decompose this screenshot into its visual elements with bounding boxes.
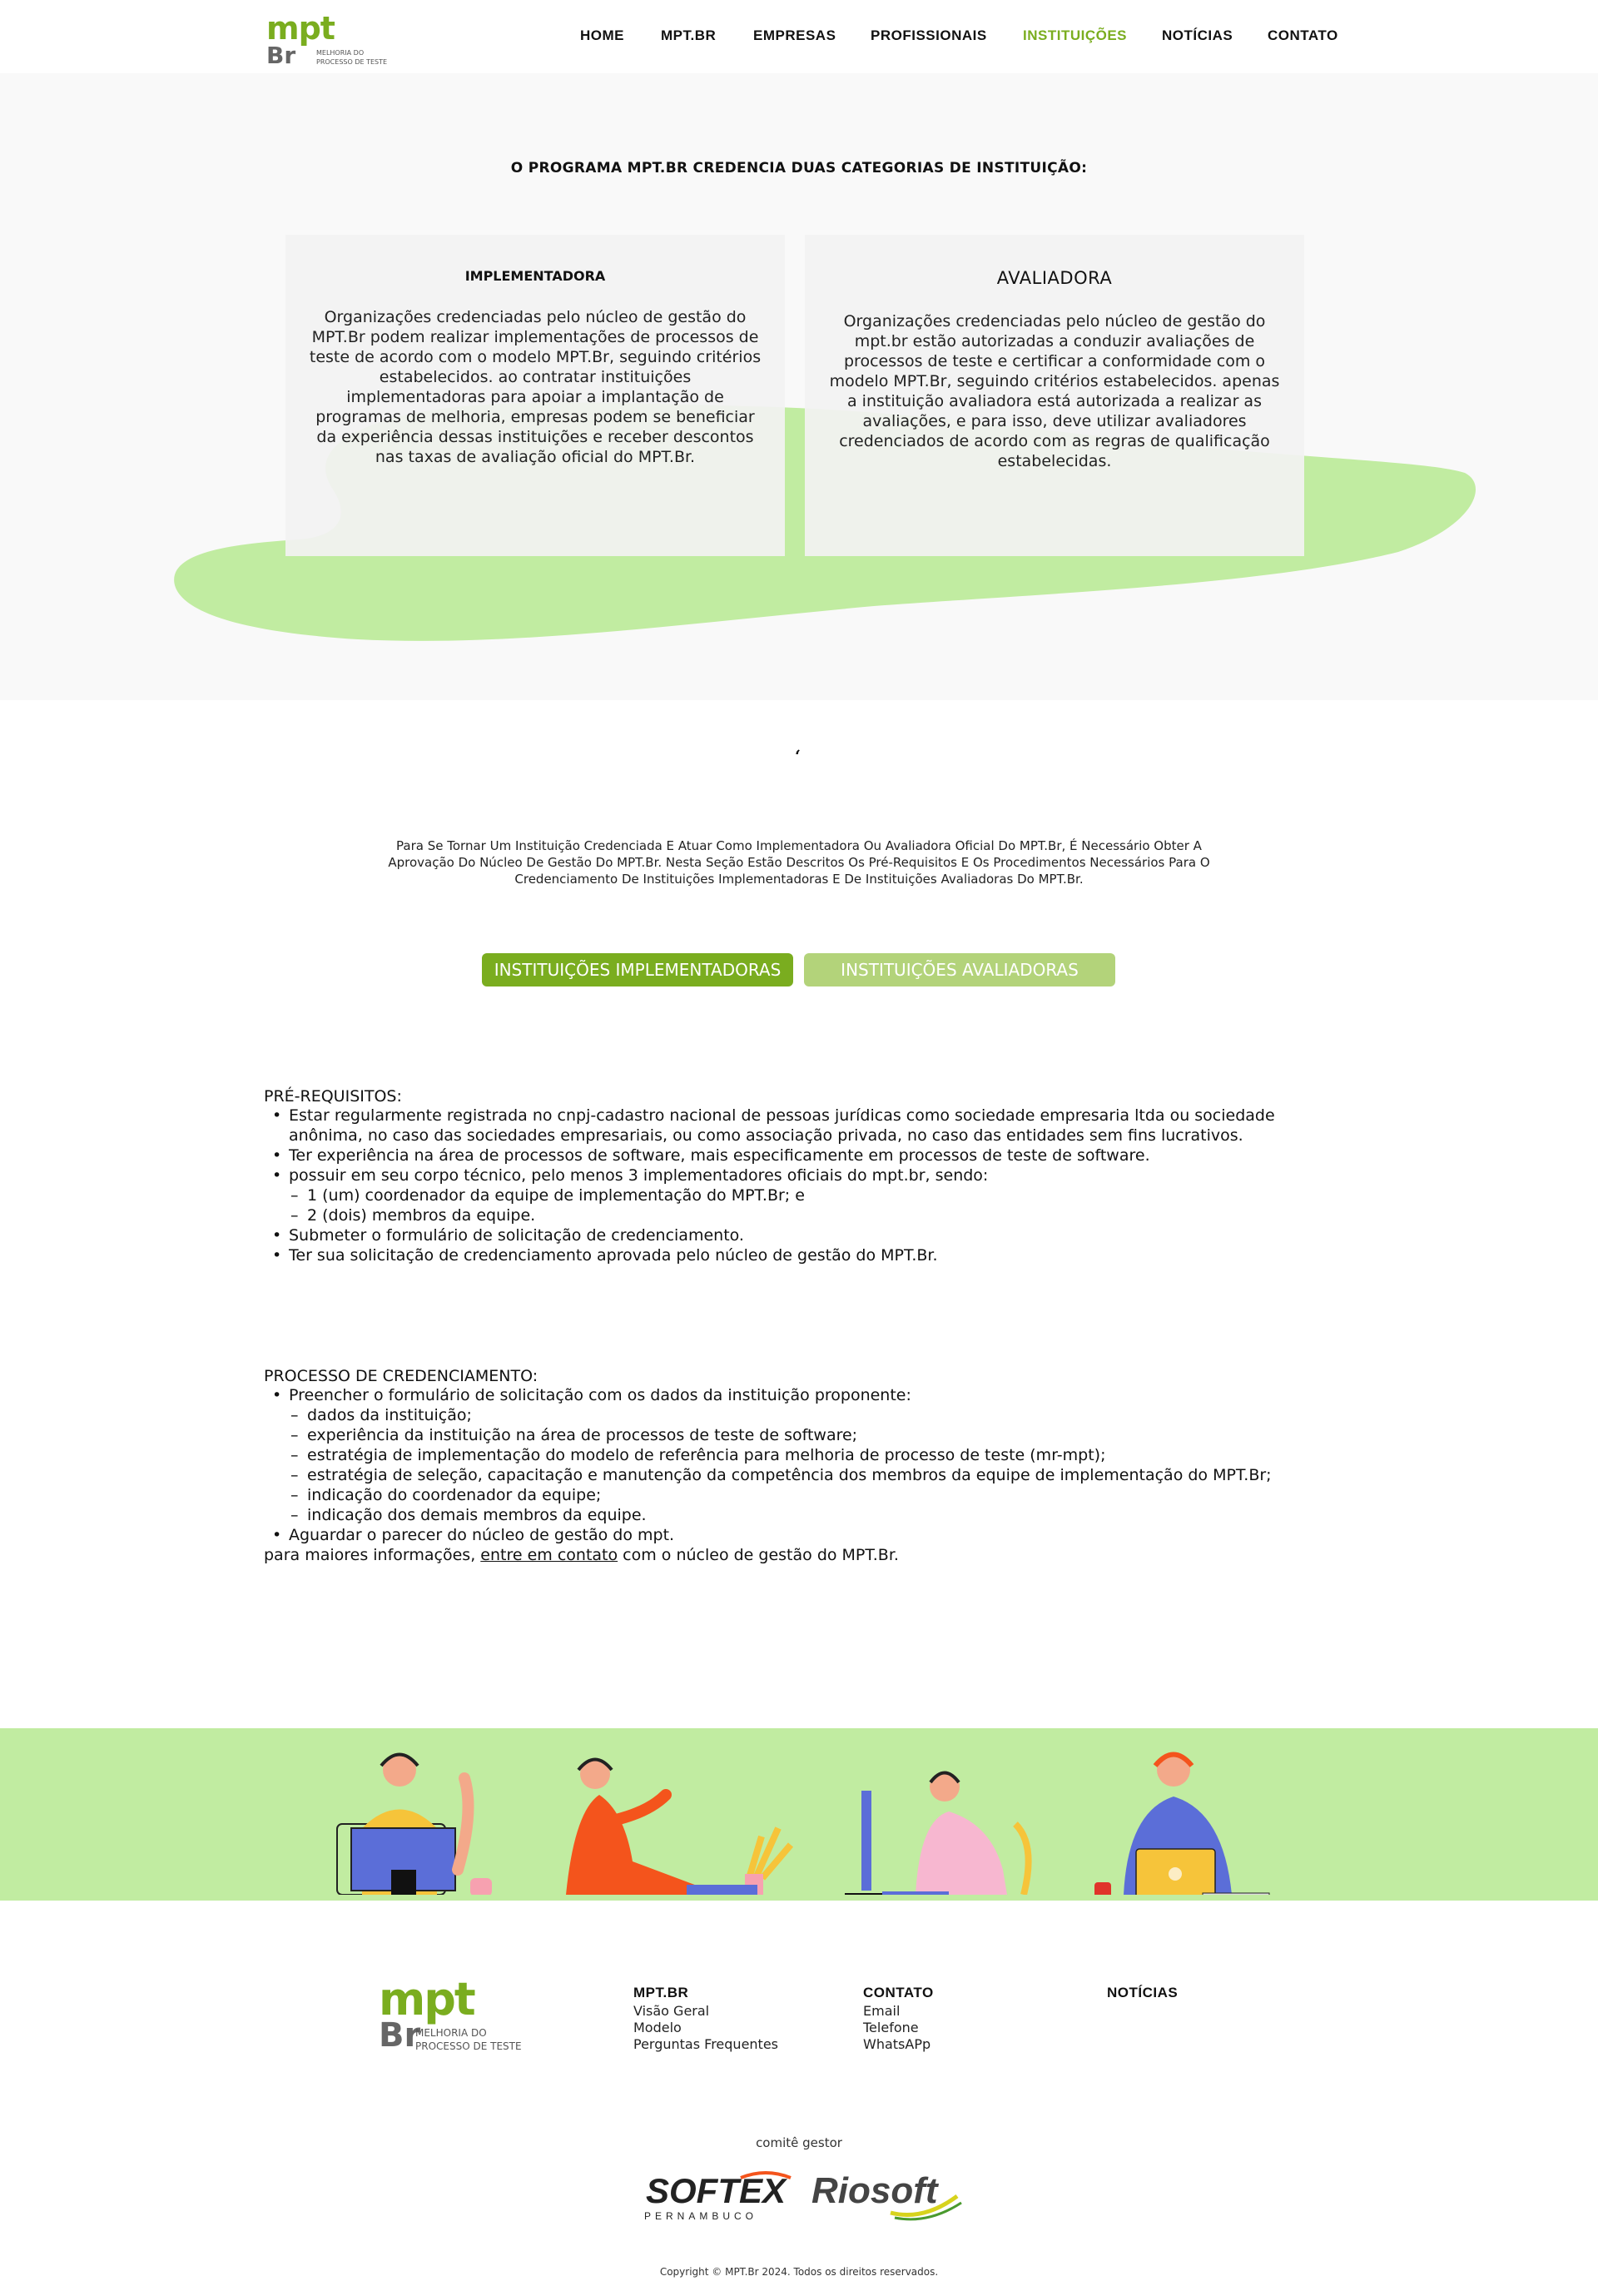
list-item: Submeter o formulário de solicitação de … <box>264 1225 1346 1245</box>
quote-mark: ‘ <box>795 746 801 766</box>
footer-link-modelo[interactable]: Modelo <box>633 2020 778 2036</box>
intro-section: O PROGRAMA MPT.BR CREDENCIA DUAS CATEGOR… <box>0 73 1598 700</box>
list-item: Aguardar o parecer do núcleo de gestão d… <box>264 1525 1346 1545</box>
list-subitem: experiência da instituição na área de pr… <box>264 1425 1346 1445</box>
card-title: IMPLEMENTADORA <box>464 268 606 284</box>
main-nav: HOME MPT.BR EMPRESAS PROFISSIONAIS INSTI… <box>0 27 1598 47</box>
nav-home[interactable]: HOME <box>580 27 624 44</box>
list-item: Ter sua solicitação de credenciamento ap… <box>264 1245 1346 1265</box>
agent-illustration-4 <box>1094 1752 1270 1895</box>
footer-column-title[interactable]: NOTÍCIAS <box>1107 1985 1178 2001</box>
riosoft-logo: Riosoft <box>811 2170 962 2221</box>
footer-column-contato: CONTATO Email Telefone WhatsAPp <box>863 1985 934 2053</box>
list-subitem: 1 (um) coordenador da equipe de implemen… <box>264 1185 1346 1205</box>
logo-tagline: MELHORIA DO PROCESSO DE TESTE <box>415 2027 522 2052</box>
list-subitem: estratégia de seleção, capacitação e man… <box>264 1465 1346 1485</box>
softex-logo: SOFTEX PERNAMBUCO <box>644 2171 792 2222</box>
site-header: mpt Br MELHORIA DO PROCESSO DE TESTE HOM… <box>0 0 1598 73</box>
card-text: Organizações credenciadas pelo núcleo de… <box>309 308 762 466</box>
footer-column-title: MPT.BR <box>633 1985 689 2000</box>
footer-link-telefone[interactable]: Telefone <box>863 2020 934 2036</box>
illustration-band <box>0 1728 1598 1901</box>
prerequisites-list: Estar regularmente registrada no cnpj-ca… <box>264 1106 1346 1265</box>
list-subitem: dados da instituição; <box>264 1405 1346 1425</box>
riosoft-wordmark: Riosoft <box>811 2170 940 2211</box>
logo-tagline: MELHORIA DO PROCESSO DE TESTE <box>316 49 388 66</box>
tab-instituicoes-implementadoras[interactable]: INSTITUIÇÕES IMPLEMENTADORAS <box>482 953 793 986</box>
nav-instituicoes[interactable]: INSTITUIÇÕES <box>1023 27 1127 44</box>
softex-wordmark: SOFTEX <box>646 2171 788 2210</box>
agent-illustration-2 <box>566 1757 794 1895</box>
copyright: Copyright © MPT.Br 2024. Todos os direit… <box>659 2266 939 2278</box>
agent-illustration-3 <box>845 1771 1032 1895</box>
list-item: possuir em seu corpo técnico, pelo menos… <box>264 1165 1346 1185</box>
footer-link-perguntas[interactable]: Perguntas Frequentes <box>633 2036 778 2053</box>
process-list: Preencher o formulário de solicitação co… <box>264 1385 1346 1545</box>
card-text: Organizações credenciadas pelo núcleo de… <box>829 312 1280 470</box>
sponsor-logos: SOFTEX PERNAMBUCO Riosoft <box>644 2170 962 2222</box>
list-item: Preencher o formulário de solicitação co… <box>264 1385 1346 1405</box>
list-subitem: estratégia de implementação do modelo de… <box>264 1445 1346 1465</box>
intro-heading: O PROGRAMA MPT.BR CREDENCIA DUAS CATEGOR… <box>510 160 1088 176</box>
nav-mptbr[interactable]: MPT.BR <box>661 27 716 44</box>
process-section: PROCESSO DE CREDENCIAMENTO: Preencher o … <box>264 1367 1346 1565</box>
footer-column-noticias: NOTÍCIAS <box>1107 1985 1178 2003</box>
lead-paragraph: Para Se Tornar Um Instituição Credenciad… <box>388 838 1210 887</box>
more-info-prefix: para maiores informações, <box>264 1546 476 1564</box>
comite-gestor-label: comitê gestor <box>756 2135 842 2150</box>
footer-column-mptbr: MPT.BR Visão Geral Modelo Perguntas Freq… <box>633 1985 778 2053</box>
nav-noticias[interactable]: NOTÍCIAS <box>1162 27 1233 44</box>
more-info-suffix: com o núcleo de gestão do MPT.Br. <box>623 1546 899 1564</box>
footer-link-visao-geral[interactable]: Visão Geral <box>633 2003 778 2020</box>
softex-subtitle: PERNAMBUCO <box>644 2210 757 2222</box>
card-title: AVALIADORA <box>996 268 1113 288</box>
logo-br: Br <box>379 2016 421 2055</box>
prerequisites-section: PRÉ-REQUISITOS: Estar regularmente regis… <box>264 1087 1346 1265</box>
tab-instituicoes-avaliadoras[interactable]: INSTITUIÇÕES AVALIADORAS <box>804 953 1115 986</box>
list-item: Estar regularmente registrada no cnpj-ca… <box>264 1106 1346 1146</box>
list-subitem: 2 (dois) membros da equipe. <box>264 1205 1346 1225</box>
support-agents-illustration <box>336 1752 1270 1895</box>
prerequisites-title: PRÉ-REQUISITOS: <box>264 1087 402 1106</box>
nav-profissionais[interactable]: PROFISSIONAIS <box>871 27 987 44</box>
list-subitem: indicação do coordenador da equipe; <box>264 1485 1346 1505</box>
process-title: PROCESSO DE CREDENCIAMENTO: <box>264 1367 538 1385</box>
footer-logo[interactable]: mpt Br MELHORIA DO PROCESSO DE TESTE <box>379 1973 537 2055</box>
footer-link-whatsapp[interactable]: WhatsAPp <box>863 2036 934 2053</box>
card-implementadora: IMPLEMENTADORA Organizações credenciadas… <box>285 235 785 556</box>
list-item: Ter experiência na área de processos de … <box>264 1146 1346 1165</box>
card-avaliadora: AVALIADORA Organizações credenciadas pel… <box>805 235 1304 556</box>
footer-link-email[interactable]: Email <box>863 2003 934 2020</box>
footer-column-title: CONTATO <box>863 1985 934 2000</box>
contact-link[interactable]: entre em contato <box>480 1546 618 1564</box>
agent-illustration-1 <box>336 1752 492 1895</box>
list-subitem: indicação dos demais membros da equipe. <box>264 1505 1346 1525</box>
nav-empresas[interactable]: EMPRESAS <box>753 27 836 44</box>
nav-contato[interactable]: CONTATO <box>1268 27 1338 44</box>
more-info: para maiores informações, entre em conta… <box>264 1545 1346 1565</box>
